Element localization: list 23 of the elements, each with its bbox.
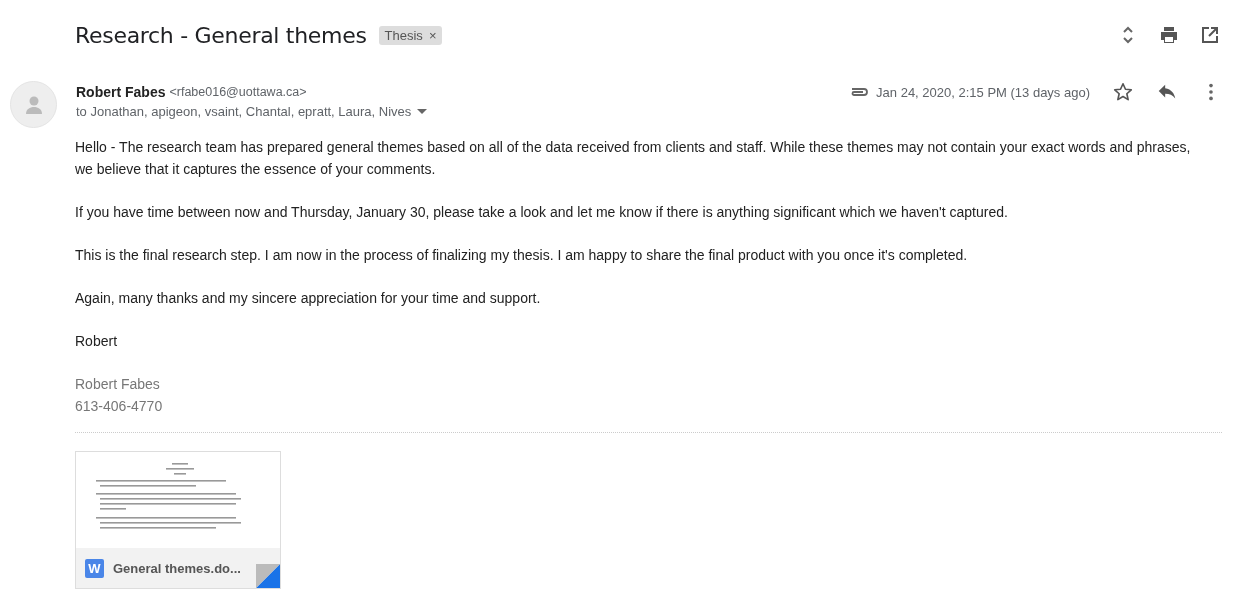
avatar bbox=[10, 81, 57, 128]
message-paragraph: This is the final research step. I am now in the process of finalizing my thesis. I am happy to share the final product with you once it's completed. bbox=[75, 246, 969, 265]
signature-line: Robert Fabes bbox=[75, 375, 161, 394]
signature-line: 613-406-4770 bbox=[75, 397, 164, 416]
email-subject: Research - General themes bbox=[75, 22, 367, 48]
word-file-icon: W bbox=[85, 558, 104, 578]
email-date: Jan 24, 2020, 2:15 PM (13 days ago) bbox=[876, 84, 1090, 100]
message-paragraph: Robert bbox=[75, 332, 119, 351]
dropdown-caret-icon[interactable] bbox=[417, 108, 428, 115]
remove-label-button[interactable]: × bbox=[428, 27, 437, 43]
attachment-name: General themes.do... bbox=[113, 560, 241, 576]
label-chip[interactable]: Thesis × bbox=[378, 25, 443, 45]
star-icon[interactable] bbox=[1112, 81, 1134, 103]
open-in-new-window-icon[interactable] bbox=[1200, 25, 1220, 45]
message-paragraph: If you have time between now and Thursday, January 30, please take a look and let me know if there is anything significant which we haven't captured. bbox=[75, 203, 1009, 222]
sender-name: Robert Fabes bbox=[76, 84, 166, 100]
message-paragraph: Again, many thanks and my sincere appreciation for your time and support. bbox=[75, 289, 542, 308]
message-paragraph: Hello - The research team has prepared general themes based on all of the data received from clients and staff. While these themes may not contain your exact words and phrases, we believe that it captures the essence of your comments. bbox=[75, 138, 1192, 179]
sender-email: <rfabe016@uottawa.ca> bbox=[169, 85, 307, 99]
recipients-list: to Jonathan, apigeon, vsaint, Chantal, epratt, Laura, Nives bbox=[76, 104, 412, 119]
attachment-card[interactable]: W General themes.do... bbox=[75, 451, 281, 589]
print-icon[interactable] bbox=[1159, 25, 1179, 45]
page-corner-icon bbox=[256, 564, 280, 588]
